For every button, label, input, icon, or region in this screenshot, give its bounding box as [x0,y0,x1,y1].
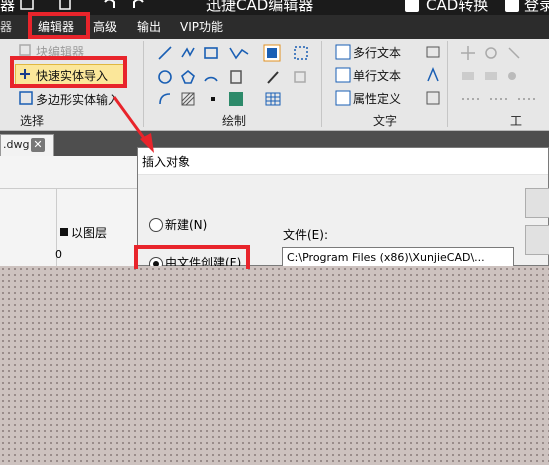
layer-label[interactable]: 以图层 [71,224,107,241]
editor-menu-highlight [28,12,90,39]
close-icon[interactable]: ✕ [31,138,45,152]
menu-cut-label[interactable]: 器 [0,18,12,35]
dots-icon [462,98,536,100]
file-label: 文件(E): [283,228,328,242]
singleline-text-button[interactable]: 单行文本 [353,67,401,84]
user-icon[interactable] [504,0,520,13]
group-separator [447,41,448,127]
ok-button[interactable] [525,188,549,218]
array-icon [462,72,474,80]
properties-panel: 以图层 0 [0,156,138,266]
document-tab[interactable]: .dwg ✕ [0,134,54,157]
pointer-arrow [112,96,154,153]
brush-icon[interactable] [265,69,281,85]
mirror-icon [508,47,520,59]
circle-icon[interactable] [157,69,173,85]
hatch-icon[interactable] [180,91,196,107]
menu-advanced[interactable]: 高级 [93,18,117,35]
cad-convert-icon[interactable] [404,0,420,13]
layer-value: 0 [55,248,62,261]
polyline-icon[interactable] [180,45,196,61]
drawing-canvas[interactable] [0,266,549,465]
offset-icon [485,72,497,80]
undo-icon[interactable] [102,0,116,10]
point-icon[interactable] [205,91,221,107]
attribute-icon [335,90,351,106]
app-title: 迅捷CAD编辑器 [206,0,314,14]
menu-vip[interactable]: VIP功能 [180,18,223,35]
rotate-icon [485,47,497,59]
rectangle-icon[interactable] [203,45,219,61]
block-insert-icon[interactable] [228,69,244,85]
cad-convert-label[interactable]: CAD转换 [426,0,488,15]
dialog-title-bar: 插入对象 [138,148,548,175]
redo-icon[interactable] [132,0,146,10]
text-edit-icon[interactable] [425,90,441,106]
select-group-label: 选择 [20,114,45,128]
measure-icon [508,72,516,80]
polygon-input-button[interactable]: 多边形实体输入 [36,91,120,108]
move-icon [461,46,475,60]
document-tab-name: .dwg [3,138,30,151]
new-option-label[interactable]: 新建(N) [165,216,207,233]
app-label-cut: 器 [0,0,16,14]
panel-divider [0,188,138,189]
new-file-icon[interactable] [58,0,72,10]
from-file-highlight [134,245,250,269]
draw-group-label: 绘制 [222,114,247,128]
menu-output[interactable]: 输出 [137,18,161,35]
save-icon[interactable] [20,0,34,10]
table-icon[interactable] [265,91,281,107]
tools-group-label: 工 [510,114,523,128]
file-path-value: C:\Program Files (x86)\XunjieCAD\... [287,251,485,264]
image-icon[interactable] [228,91,244,107]
multiline-text-button[interactable]: 多行文本 [353,44,401,61]
line-icon[interactable] [157,45,173,61]
region-icon[interactable] [292,45,314,61]
polygon-icon [19,91,33,105]
singleline-text-icon [335,67,351,83]
attribute-define-button[interactable]: 属性定义 [353,90,401,107]
group-separator [321,41,322,127]
font-icon[interactable] [425,67,441,83]
arc-icon[interactable] [203,69,219,85]
login-label[interactable]: 登录 [524,0,549,15]
text-style-icon[interactable] [425,44,441,60]
multiline-text-icon [335,44,351,60]
cancel-button[interactable] [525,225,549,255]
text-group-label: 文字 [373,114,398,128]
layer-color-swatch [60,228,68,236]
quick-import-highlight [10,56,127,88]
new-radio[interactable] [149,218,163,232]
copy-disabled-icon [294,71,306,83]
polygon-draw-icon[interactable] [180,69,196,85]
spline-icon[interactable] [228,45,250,61]
hatch-select-icon[interactable] [263,44,281,62]
